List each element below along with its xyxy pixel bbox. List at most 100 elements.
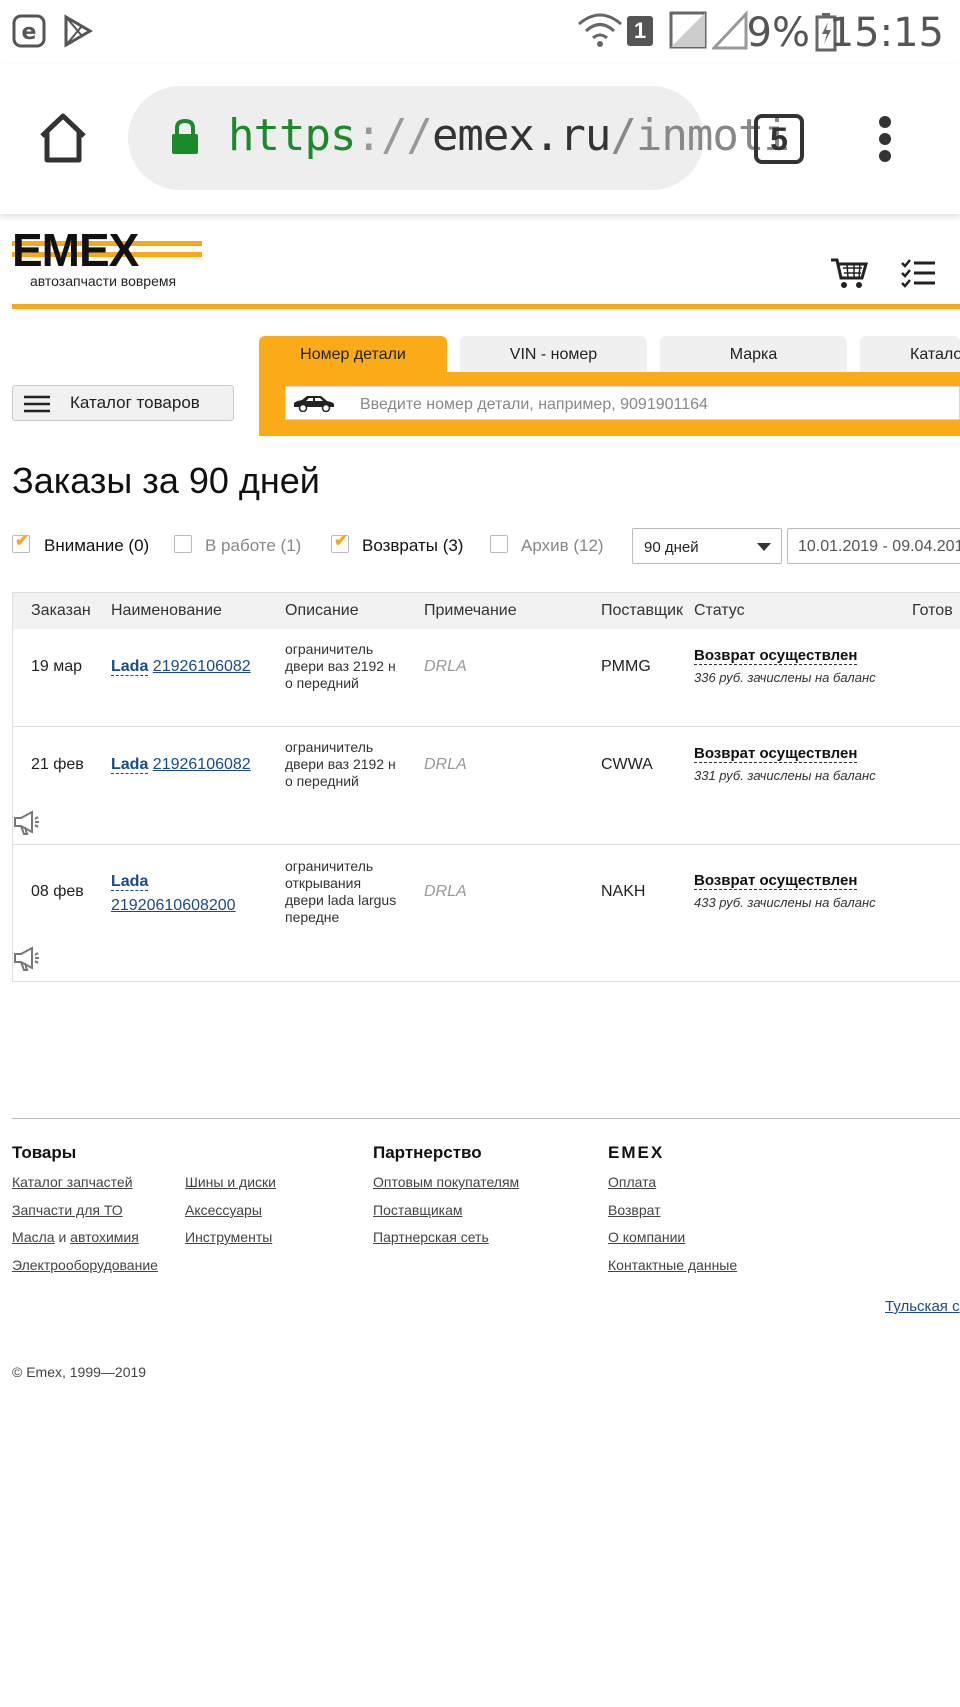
status-bar: e 1 9% 15:15 — [0, 0, 960, 64]
copyright: © Emex, 1999—2019 — [12, 1364, 147, 1380]
footer-link-chemicals[interactable]: автохимия — [70, 1229, 139, 1245]
desc-line: ограничитель — [285, 739, 374, 755]
footer-emex-title: EMEX — [608, 1143, 665, 1162]
footer-oils-line: Масла и автохимия — [12, 1229, 139, 1245]
desc-line: открывания — [285, 875, 362, 891]
footer-link-contacts[interactable]: Контактные данные — [608, 1257, 737, 1273]
col-supplier[interactable]: Поставщик — [601, 602, 683, 620]
tab-part-number[interactable]: Номер детали — [259, 336, 447, 374]
row1-status[interactable]: Возврат осуществлен — [694, 647, 858, 665]
footer-link-parts-catalog[interactable]: Каталог запчастей — [12, 1174, 133, 1190]
footer-link-tools[interactable]: Инструменты — [185, 1229, 272, 1245]
row2-name: Lada 21926106082 — [111, 756, 251, 774]
tab-vin[interactable]: VIN - номер — [460, 336, 647, 374]
footer-link-accessories[interactable]: Аксессуары — [185, 1202, 262, 1218]
filter-returns-label[interactable]: Возвраты (3) — [362, 536, 463, 556]
lock-icon — [172, 118, 198, 154]
footer-link-about[interactable]: О компании — [608, 1229, 685, 1245]
desc-line: двери ваз 2192 н — [285, 756, 396, 772]
address-bar[interactable]: https://emex.ru/inmoti — [128, 86, 790, 190]
row3-description: ограничитель открывания двери lada largus п… — [285, 858, 410, 926]
hamburger-icon — [24, 395, 50, 413]
footer-link-wholesale[interactable]: Оптовым покупателям — [373, 1174, 519, 1190]
row-divider — [13, 844, 960, 845]
row3-status-detail: 433 руб. зачислены на баланс — [694, 895, 876, 910]
desc-line: двери ваз 2192 н — [285, 658, 396, 674]
filter-in-work-label[interactable]: В работе (1) — [205, 536, 301, 556]
filter-in-work-checkbox[interactable] — [174, 535, 192, 553]
row1-name: Lada 21926106082 — [111, 658, 251, 676]
row2-part-link[interactable]: 21926106082 — [153, 756, 251, 773]
footer-link-tires[interactable]: Шины и диски — [185, 1174, 276, 1190]
col-description[interactable]: Описание — [285, 602, 359, 620]
wifi-icon — [578, 13, 622, 47]
emex-logo[interactable]: EMEX — [12, 226, 202, 272]
footer-link-partner-network[interactable]: Партнерская сеть — [373, 1229, 489, 1245]
col-note[interactable]: Примечание — [424, 602, 517, 620]
row2-status-detail: 331 руб. зачислены на баланс — [694, 768, 876, 783]
row1-part-link[interactable]: 21926106082 — [153, 658, 251, 675]
row2-description: ограничитель двери ваз 2192 но передний — [285, 739, 410, 790]
filter-attention-checkbox[interactable]: ✔ — [12, 531, 30, 553]
footer-link-service-parts[interactable]: Запчасти для ТО — [12, 1202, 123, 1218]
row2-supplier: CWWA — [601, 756, 653, 773]
desc-line: передне — [285, 909, 340, 925]
footer-link-payment[interactable]: Оплата — [608, 1174, 656, 1190]
row3-brand-link[interactable]: Lada — [111, 873, 149, 891]
footer-partner-title: Партнерство — [373, 1143, 482, 1162]
footer-link-suppliers[interactable]: Поставщикам — [373, 1202, 463, 1218]
col-ready[interactable]: Готов — [912, 602, 953, 620]
filter-archive-checkbox[interactable] — [490, 535, 508, 553]
row1-brand-link[interactable]: Lada — [111, 658, 149, 676]
tab-brand[interactable]: Марка — [660, 336, 847, 374]
row3-name: Lada 21920610608200 — [111, 873, 236, 921]
footer-link-electrical[interactable]: Электрооборудование — [12, 1257, 158, 1273]
date-range-value: 10.01.2019 - 09.04.2019 — [798, 538, 960, 555]
megaphone-icon[interactable] — [12, 946, 40, 972]
row1-supplier: PMMG — [601, 658, 651, 675]
header-divider — [12, 304, 960, 309]
megaphone-icon[interactable] — [12, 810, 40, 836]
row3-part-link[interactable]: 21920610608200 — [111, 897, 236, 914]
car-icon — [294, 396, 334, 412]
home-icon[interactable] — [38, 112, 88, 164]
footer-city-link[interactable]: Тульская с — [885, 1298, 960, 1315]
row2-note: DRLA — [424, 756, 467, 773]
browser-toolbar: https://emex.ru/inmoti 5 — [0, 64, 960, 214]
sim-badge: 1 — [627, 16, 653, 46]
tab-catalog[interactable]: Катало — [860, 336, 960, 374]
col-status[interactable]: Статус — [694, 602, 745, 620]
col-ordered[interactable]: Заказан — [31, 602, 91, 620]
page-title: Заказы за 90 дней — [12, 460, 320, 501]
url-text: https://emex.ru/inmoti — [228, 110, 790, 161]
date-range-input[interactable]: 10.01.2019 - 09.04.2019 — [787, 528, 960, 564]
catalog-button-label: Каталог товаров — [70, 393, 200, 412]
desc-line: о передний — [285, 773, 359, 789]
filter-archive-label[interactable]: Архив (12) — [521, 536, 604, 556]
overflow-menu-icon[interactable] — [877, 114, 893, 164]
filter-returns-checkbox[interactable]: ✔ — [331, 531, 349, 553]
row2-status[interactable]: Возврат осуществлен — [694, 745, 858, 763]
tab-switcher-button[interactable]: 5 — [754, 114, 804, 164]
footer-link-return[interactable]: Возврат — [608, 1202, 661, 1218]
browser-app-icon: e — [12, 14, 46, 48]
col-name[interactable]: Наименование — [111, 602, 222, 620]
url-separator: :// — [355, 110, 432, 161]
footer-link-oils[interactable]: Масла — [12, 1229, 55, 1245]
battery-percent: 9% — [746, 10, 810, 56]
cart-icon[interactable] — [830, 256, 868, 290]
row-divider — [13, 726, 960, 727]
period-select-value: 90 дней — [644, 539, 699, 556]
row3-status[interactable]: Возврат осуществлен — [694, 872, 858, 890]
row3-supplier: NAKH — [601, 883, 646, 900]
check-icon: ✔ — [334, 531, 349, 550]
dropdown-arrow-icon — [757, 543, 771, 551]
orders-list-icon[interactable] — [900, 258, 936, 290]
filter-attention-label[interactable]: Внимание (0) — [44, 536, 149, 556]
signal-icon — [669, 11, 707, 49]
row2-brand-link[interactable]: Lada — [111, 756, 149, 774]
desc-line: ограничитель — [285, 858, 374, 874]
url-scheme: https — [228, 110, 356, 161]
url-host: emex.ru — [431, 110, 611, 161]
footer-divider — [12, 1118, 960, 1119]
